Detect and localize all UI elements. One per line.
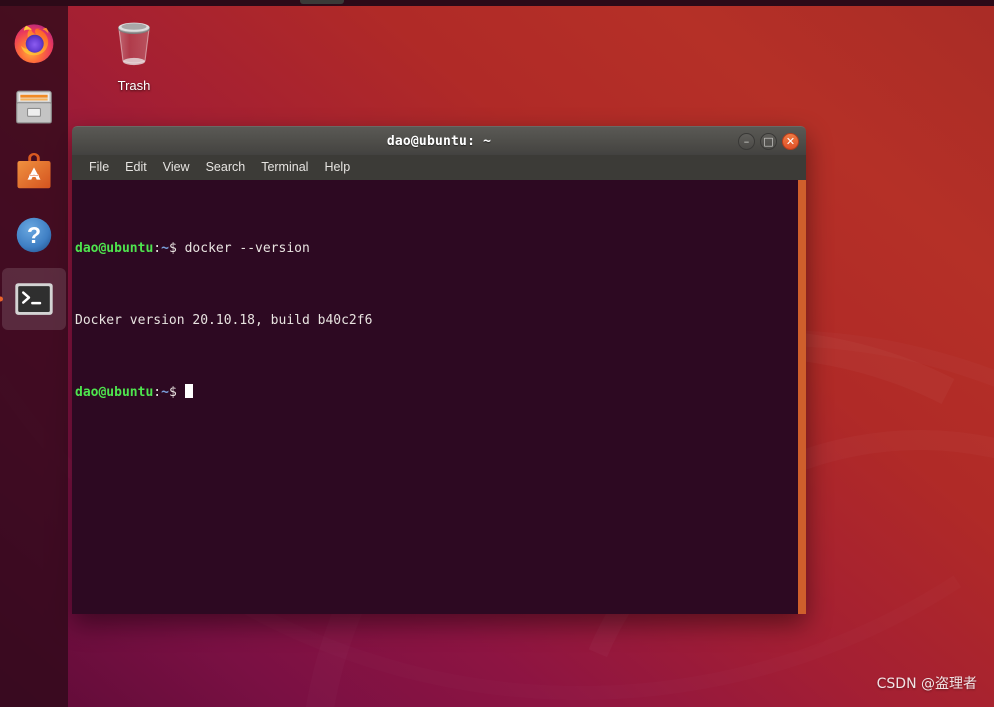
terminal-scrollbar[interactable] bbox=[798, 180, 806, 614]
text-cursor bbox=[184, 384, 193, 398]
menu-item-search[interactable]: Search bbox=[198, 155, 254, 180]
terminal-line-output: Docker version 20.10.18, build b40c2f6 bbox=[75, 312, 806, 330]
terminal-line-prompt: dao@ubuntu:~$ bbox=[75, 384, 806, 402]
prompt-user: dao@ubuntu bbox=[75, 385, 154, 400]
command-text: docker --version bbox=[176, 241, 310, 256]
dock-item-files[interactable] bbox=[2, 76, 66, 138]
dock-item-firefox[interactable] bbox=[2, 12, 66, 74]
watermark: CSDN @盗理者 bbox=[876, 676, 977, 692]
terminal-titlebar[interactable]: dao@ubuntu: ~ – □ ✕ bbox=[72, 126, 806, 155]
terminal-line-command: dao@ubuntu:~$ docker --version bbox=[75, 240, 806, 258]
window-title: dao@ubuntu: ~ bbox=[386, 133, 492, 149]
trash-icon bbox=[118, 22, 150, 66]
prompt-path: ~ bbox=[161, 241, 169, 256]
desktop-icon-label: Trash bbox=[117, 78, 151, 93]
terminal-icon bbox=[15, 283, 53, 315]
maximize-button[interactable]: □ bbox=[760, 133, 777, 150]
minimize-button[interactable]: – bbox=[738, 133, 755, 150]
dock-item-ubuntu-software[interactable] bbox=[2, 140, 66, 202]
dock[interactable]: ? bbox=[0, 6, 68, 707]
prompt-sign: $ bbox=[168, 241, 177, 256]
desktop[interactable]: ? Trash dao@ubuntu: ~ – □ ✕ File Edit Vi… bbox=[0, 0, 994, 707]
menu-item-help[interactable]: Help bbox=[316, 155, 358, 180]
dock-running-indicator bbox=[0, 296, 3, 302]
terminal-output: dao@ubuntu:~$ docker --version Docker ve… bbox=[74, 186, 806, 456]
menu-item-view[interactable]: View bbox=[155, 155, 198, 180]
svg-text:?: ? bbox=[27, 222, 41, 248]
window-controls[interactable]: – □ ✕ bbox=[738, 127, 799, 156]
top-panel-nub bbox=[300, 0, 344, 4]
dock-item-help[interactable]: ? bbox=[2, 204, 66, 266]
menu-item-file[interactable]: File bbox=[81, 155, 117, 180]
menu-item-terminal[interactable]: Terminal bbox=[253, 155, 316, 180]
terminal-menubar[interactable]: File Edit View Search Terminal Help bbox=[72, 155, 806, 180]
output-text: Docker version 20.10.18, build b40c2f6 bbox=[75, 313, 373, 328]
dock-item-terminal[interactable] bbox=[0, 268, 66, 330]
prompt-path: ~ bbox=[161, 385, 169, 400]
files-icon bbox=[16, 90, 52, 124]
prompt-sep: : bbox=[153, 241, 162, 256]
top-panel[interactable] bbox=[0, 0, 994, 6]
help-icon: ? bbox=[16, 217, 52, 253]
prompt-sep: : bbox=[153, 385, 162, 400]
prompt-user: dao@ubuntu bbox=[75, 241, 154, 256]
ubuntu-software-icon bbox=[17, 153, 51, 189]
terminal-window[interactable]: dao@ubuntu: ~ – □ ✕ File Edit View Searc… bbox=[72, 126, 806, 614]
prompt-sign: $ bbox=[168, 385, 177, 400]
terminal-body[interactable]: dao@ubuntu:~$ docker --version Docker ve… bbox=[72, 180, 806, 614]
desktop-icon-trash[interactable]: Trash bbox=[98, 18, 170, 93]
menu-item-edit[interactable]: Edit bbox=[117, 155, 155, 180]
firefox-icon bbox=[14, 24, 54, 64]
close-button[interactable]: ✕ bbox=[782, 133, 799, 150]
